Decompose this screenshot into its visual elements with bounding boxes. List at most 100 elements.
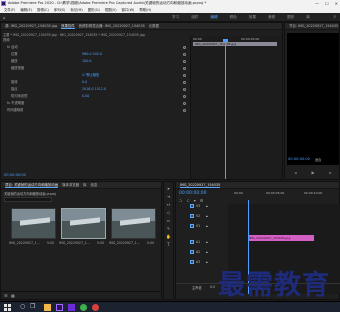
panel-tab[interactable]: 效果控件 xyxy=(61,24,75,29)
effect-value[interactable]: 0.00 xyxy=(82,94,89,99)
keyframe-area[interactable]: 00:00 00:00:05:00 IMG_20220927_154035.jp… xyxy=(190,36,282,179)
panel-tab[interactable]: 信息 xyxy=(90,183,97,187)
track-target-button[interactable] xyxy=(190,260,194,264)
slip-tool-icon[interactable]: ⇔ xyxy=(166,218,171,223)
linked-icon[interactable]: ⊂ xyxy=(186,198,189,203)
playhead-handle[interactable] xyxy=(223,39,228,42)
keyframe-toggle-icon[interactable] xyxy=(183,81,186,84)
lock-icon[interactable]: 🔒︎ xyxy=(206,240,208,244)
browser-taskbar-icon[interactable] xyxy=(80,304,87,311)
close-button[interactable]: ✕ xyxy=(335,0,338,7)
step-back-icon[interactable]: ◂ xyxy=(294,170,296,175)
project-search-input[interactable] xyxy=(4,197,52,202)
workspace-tab[interactable]: 颜色 xyxy=(230,13,237,22)
effect-value[interactable]: 100.0 xyxy=(82,59,91,64)
keyframe-toggle-icon[interactable] xyxy=(183,74,186,77)
lock-icon[interactable]: 🔒︎ xyxy=(206,204,208,208)
keyframe-toggle-icon[interactable] xyxy=(183,88,186,91)
panel-tab[interactable]: 元数据 xyxy=(149,24,159,28)
kf-clip-bar[interactable]: IMG_20220927_154035.jpg xyxy=(193,42,277,46)
track-label: V3 xyxy=(196,204,201,208)
task-view-icon[interactable]: ❐ xyxy=(30,303,35,310)
panel-tab[interactable]: 库 xyxy=(83,183,86,187)
media-thumbnail[interactable] xyxy=(61,208,106,239)
wrench-icon[interactable]: ⚙ xyxy=(200,198,204,203)
media-thumbnail[interactable] xyxy=(11,208,56,239)
effect-row[interactable]: ☑ 等比缩放 xyxy=(3,73,189,78)
list-view-icon[interactable]: ☰ xyxy=(4,293,8,298)
panel-tab[interactable]: 源: IMG_20220927_154035.jpg xyxy=(5,24,57,28)
effect-row[interactable]: 缩放宽度 xyxy=(3,66,189,71)
play-icon[interactable]: ▶ xyxy=(311,170,314,175)
keyframe-toggle-icon[interactable] xyxy=(183,67,186,70)
keyframe-toggle-icon[interactable] xyxy=(183,53,186,56)
app-red-taskbar-icon[interactable] xyxy=(92,304,99,311)
panel-tab[interactable]: 媒体浏览器 xyxy=(62,183,79,187)
ripple-edit-tool-icon[interactable]: ↔ xyxy=(166,202,171,207)
lock-icon[interactable]: 🔒︎ xyxy=(206,250,208,254)
program-viewer[interactable] xyxy=(287,33,339,165)
effect-row[interactable]: 位置 960.0 540.0 xyxy=(3,52,189,57)
track-target-button[interactable] xyxy=(190,250,194,254)
minimize-button[interactable]: — xyxy=(315,0,319,7)
panel-tab[interactable]: 项目: 关键帧的运动方向和缩放动画 xyxy=(5,183,59,188)
playhead[interactable] xyxy=(225,41,226,179)
track-select-tool-icon[interactable]: ⇥ xyxy=(166,194,171,199)
razor-tool-icon[interactable]: ◇ xyxy=(166,210,171,215)
file-explorer-icon[interactable] xyxy=(44,304,51,311)
lock-icon[interactable]: 🔒︎ xyxy=(206,260,208,264)
keyframe-toggle-icon[interactable] xyxy=(183,95,186,98)
workspace-tab[interactable]: 组件 xyxy=(191,13,198,22)
thumb-duration: 5:00 xyxy=(97,241,105,245)
track-target-button[interactable] xyxy=(190,204,194,208)
icon-view-icon[interactable]: ▦ xyxy=(11,293,15,298)
keyframe-toggle-icon[interactable] xyxy=(183,102,186,105)
workspace-tab[interactable]: 学习 xyxy=(172,13,179,22)
snap-icon[interactable]: ⊃ xyxy=(179,198,182,203)
effect-label: 旋转 xyxy=(11,80,18,84)
effect-row[interactable]: fx 不透明度 xyxy=(3,101,189,106)
search-icon[interactable]: ⌕ xyxy=(333,14,336,20)
track-target-button[interactable] xyxy=(190,240,194,244)
effect-value[interactable]: 2016.0 1512.0 xyxy=(82,87,106,92)
keyframe-toggle-icon[interactable] xyxy=(183,60,186,63)
home-icon[interactable]: ⌂ xyxy=(3,15,6,20)
search-icon[interactable]: ○ xyxy=(20,303,25,310)
effect-value[interactable]: 960.0 540.0 xyxy=(82,52,102,57)
workspace-tab[interactable]: 音频 xyxy=(268,13,275,22)
effect-row[interactable]: 防闪烁滤镜 0.00 xyxy=(3,94,189,99)
effect-value[interactable]: ☑ 等比缩放 xyxy=(82,73,99,78)
track-target-button[interactable] xyxy=(190,224,194,228)
keyframe-toggle-icon[interactable] xyxy=(183,46,186,49)
timeline-clip[interactable]: IMG_20220927_154035.jpg xyxy=(248,235,314,241)
effect-row[interactable]: 锚点 2016.0 1512.0 xyxy=(3,87,189,92)
lock-icon[interactable]: 🔒︎ xyxy=(206,214,208,218)
workspace-tab[interactable]: 编辑 xyxy=(210,13,217,22)
selection-tool-icon[interactable]: ➤ xyxy=(166,186,171,191)
workspace-tab[interactable]: 图形 xyxy=(287,13,294,22)
effect-row[interactable]: fx 运动 xyxy=(3,45,189,50)
effect-row[interactable]: 缩放 100.0 xyxy=(3,59,189,64)
maximize-button[interactable]: ☐ xyxy=(325,0,329,7)
app-taskbar-icon[interactable] xyxy=(68,304,75,311)
keyframe-toggle-icon[interactable] xyxy=(183,109,186,112)
effect-row[interactable]: 视频 xyxy=(3,38,189,43)
hand-tool-icon[interactable]: ✋ xyxy=(166,234,171,239)
workspace-tab[interactable]: 库 xyxy=(306,13,310,22)
pen-tool-icon[interactable]: ✎ xyxy=(166,226,171,231)
lock-icon[interactable]: 🔒︎ xyxy=(206,224,208,228)
step-forward-icon[interactable]: ▸ xyxy=(329,170,331,175)
effect-row[interactable]: 旋转 0.0 xyxy=(3,80,189,85)
media-thumbnail[interactable] xyxy=(111,208,156,239)
track-target-button[interactable] xyxy=(190,214,194,218)
program-fit-select[interactable]: 适合 xyxy=(315,157,321,162)
premiere-taskbar-icon[interactable] xyxy=(56,304,63,311)
effect-label: 视频 xyxy=(3,38,10,42)
workspace-tab[interactable]: 效果 xyxy=(249,13,256,22)
effect-value[interactable]: 0.0 xyxy=(82,80,87,85)
type-tool-icon[interactable]: T xyxy=(166,242,171,247)
effect-row[interactable]: 时间重映射 xyxy=(3,108,189,113)
panel-tab[interactable]: 音频剪辑混合器: IMG_20220927_154035 xyxy=(79,24,145,28)
marker-icon[interactable]: ▾ xyxy=(194,198,196,203)
windows-start-icon[interactable] xyxy=(4,304,11,311)
